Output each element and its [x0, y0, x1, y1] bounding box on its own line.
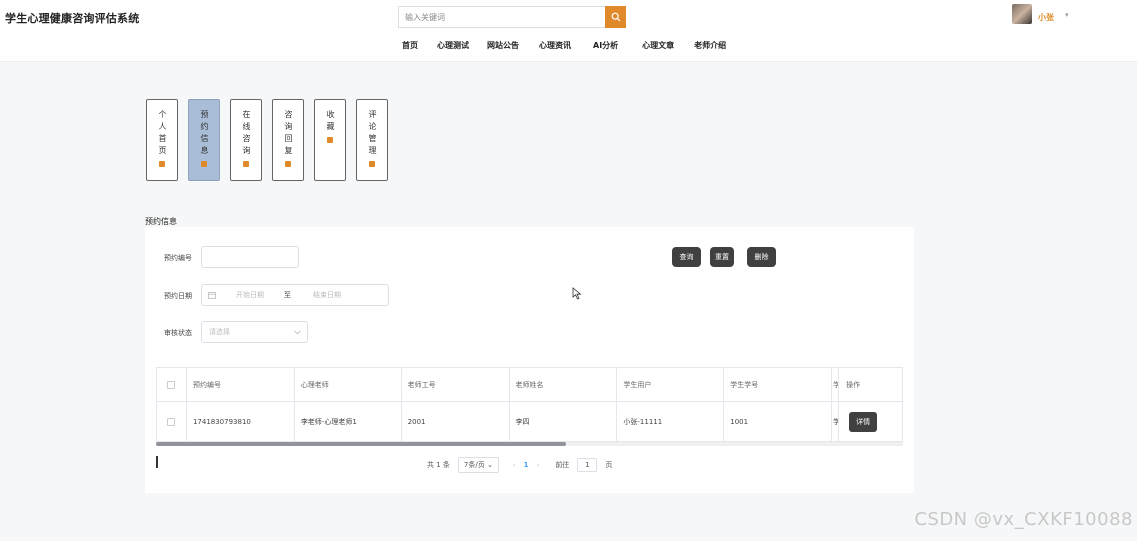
tab-consult-reply[interactable]: 咨询回复 [272, 99, 304, 181]
bookings-table: 预约编号 心理老师 老师工号 老师姓名 学生用户 学生学号 学 操作 17418… [156, 367, 904, 442]
tab-favorites[interactable]: 收藏 [314, 99, 346, 181]
booking-no-input[interactable] [201, 246, 299, 268]
col-header[interactable]: 老师姓名 [509, 368, 618, 402]
chevron-down-icon [294, 330, 301, 334]
search-input[interactable] [398, 6, 605, 28]
row-select-cell [157, 402, 187, 442]
pagination: 共 1 条 7条/页 ⌄ ‹ 1 › 前往 1 页 [427, 457, 612, 473]
col-header[interactable]: 学 [832, 368, 840, 402]
nav-item-psych-test[interactable]: 心理测试 [437, 40, 469, 51]
nav-item-news[interactable]: 心理资讯 [539, 40, 571, 51]
tab-online-consult[interactable]: 在线咨询 [230, 99, 262, 181]
chevron-down-icon[interactable]: ▾ [1065, 11, 1069, 19]
cell-teacher: 李老师-心理老师1 [294, 402, 402, 442]
query-button[interactable]: 查询 [672, 247, 701, 267]
page-unit: 页 [605, 461, 613, 469]
table-header-row: 预约编号 心理老师 老师工号 老师姓名 学生用户 学生学号 学 操作 [157, 368, 904, 402]
side-tabs: 个人首页 预约信息 在线咨询 咨询回复 收藏 评论管理 [146, 99, 388, 181]
tab-icon [159, 161, 165, 167]
tab-label: 收藏 [326, 110, 335, 134]
cell-student-no: 1001 [724, 402, 833, 442]
select-all-cell [157, 368, 187, 402]
tab-icon [201, 161, 207, 167]
bookings-panel: 预约编号 预约日期 开始日期 至 结束日期 审核状态 请选择 查询 重置 删除 … [145, 227, 914, 493]
booking-no-label: 预约编号 [164, 254, 192, 262]
tab-label: 预约信息 [200, 110, 209, 158]
watermark: CSDN @vx_CXKF10088 [914, 509, 1133, 530]
current-page[interactable]: 1 [524, 461, 529, 469]
user-name[interactable]: 小张 [1038, 12, 1054, 23]
section-title: 预约信息 [145, 217, 177, 226]
status-label: 审核状态 [164, 329, 192, 337]
date-range-picker[interactable]: 开始日期 至 结束日期 [201, 284, 389, 306]
cell-extra: 学 [832, 402, 840, 442]
calendar-icon [208, 292, 216, 299]
cell-actions: 详情 [839, 402, 904, 442]
tab-label: 在线咨询 [242, 110, 251, 158]
nav-item-teachers[interactable]: 老师介绍 [694, 40, 726, 51]
col-header: 操作 [839, 368, 904, 402]
col-header[interactable]: 学生学号 [724, 368, 833, 402]
tab-icon [369, 161, 375, 167]
col-header[interactable]: 预约编号 [186, 368, 295, 402]
col-header[interactable]: 老师工号 [401, 368, 510, 402]
tab-label: 个人首页 [158, 110, 167, 158]
nav-item-announcements[interactable]: 网站公告 [487, 40, 519, 51]
goto-page-input[interactable]: 1 [577, 458, 598, 472]
site-title: 学生心理健康咨询评估系统 [5, 12, 140, 25]
detail-button[interactable]: 详情 [849, 411, 878, 432]
total-count: 共 1 条 [427, 461, 450, 469]
status-placeholder: 请选择 [209, 328, 230, 336]
select-all-checkbox[interactable] [167, 380, 176, 389]
main-nav: 首页 心理测试 网站公告 心理资讯 AI分析 心理文章 老师介绍 [392, 40, 743, 51]
table-row: 1741830793810 李老师-心理老师1 2001 李四 小张-11111… [157, 402, 904, 442]
table-scrollbar[interactable] [156, 442, 903, 446]
reset-button[interactable]: 重置 [710, 247, 734, 267]
tab-bookings[interactable]: 预约信息 [188, 99, 220, 181]
date-separator: 至 [284, 291, 291, 299]
page-size-select[interactable]: 7条/页 ⌄ [457, 457, 499, 473]
search-icon [611, 12, 620, 22]
status-select[interactable]: 请选择 [201, 321, 308, 343]
tab-home[interactable]: 个人首页 [146, 99, 178, 181]
prev-page-icon[interactable]: ‹ [513, 461, 516, 469]
tab-label: 评论管理 [368, 110, 377, 158]
nav-item-ai-analysis[interactable]: AI分析 [593, 40, 618, 51]
tab-icon [285, 161, 291, 167]
avatar[interactable] [1012, 4, 1032, 24]
nav-item-articles[interactable]: 心理文章 [642, 40, 674, 51]
search-button[interactable] [605, 6, 626, 28]
goto-label: 前往 [555, 461, 570, 469]
col-header[interactable]: 学生用户 [617, 368, 725, 402]
tab-comments[interactable]: 评论管理 [356, 99, 388, 181]
delete-button[interactable]: 删除 [747, 247, 776, 267]
date-end-placeholder: 结束日期 [313, 291, 341, 299]
cell-booking-no: 1741830793810 [186, 402, 295, 442]
scrollbar-thumb[interactable] [156, 442, 566, 446]
page-size-value: 7条/页 [463, 461, 485, 469]
search-box [398, 6, 626, 28]
cell-student: 小张-11111 [617, 402, 725, 442]
row-checkbox[interactable] [167, 417, 176, 426]
pager-marker [156, 456, 158, 468]
next-page-icon[interactable]: › [537, 461, 540, 469]
col-header[interactable]: 心理老师 [294, 368, 402, 402]
tab-label: 咨询回复 [284, 110, 293, 158]
cell-teacher-name: 李四 [509, 402, 618, 442]
top-header: 学生心理健康咨询评估系统 小张 ▾ 首页 心理测试 网站公告 心理资讯 AI分析… [0, 0, 1137, 62]
cell-teacher-id: 2001 [401, 402, 510, 442]
tab-icon [327, 137, 333, 143]
mouse-cursor-icon [572, 287, 582, 300]
date-label: 预约日期 [164, 292, 192, 300]
date-start-placeholder: 开始日期 [236, 291, 264, 299]
nav-item-home[interactable]: 首页 [402, 40, 418, 51]
tab-icon [243, 161, 249, 167]
